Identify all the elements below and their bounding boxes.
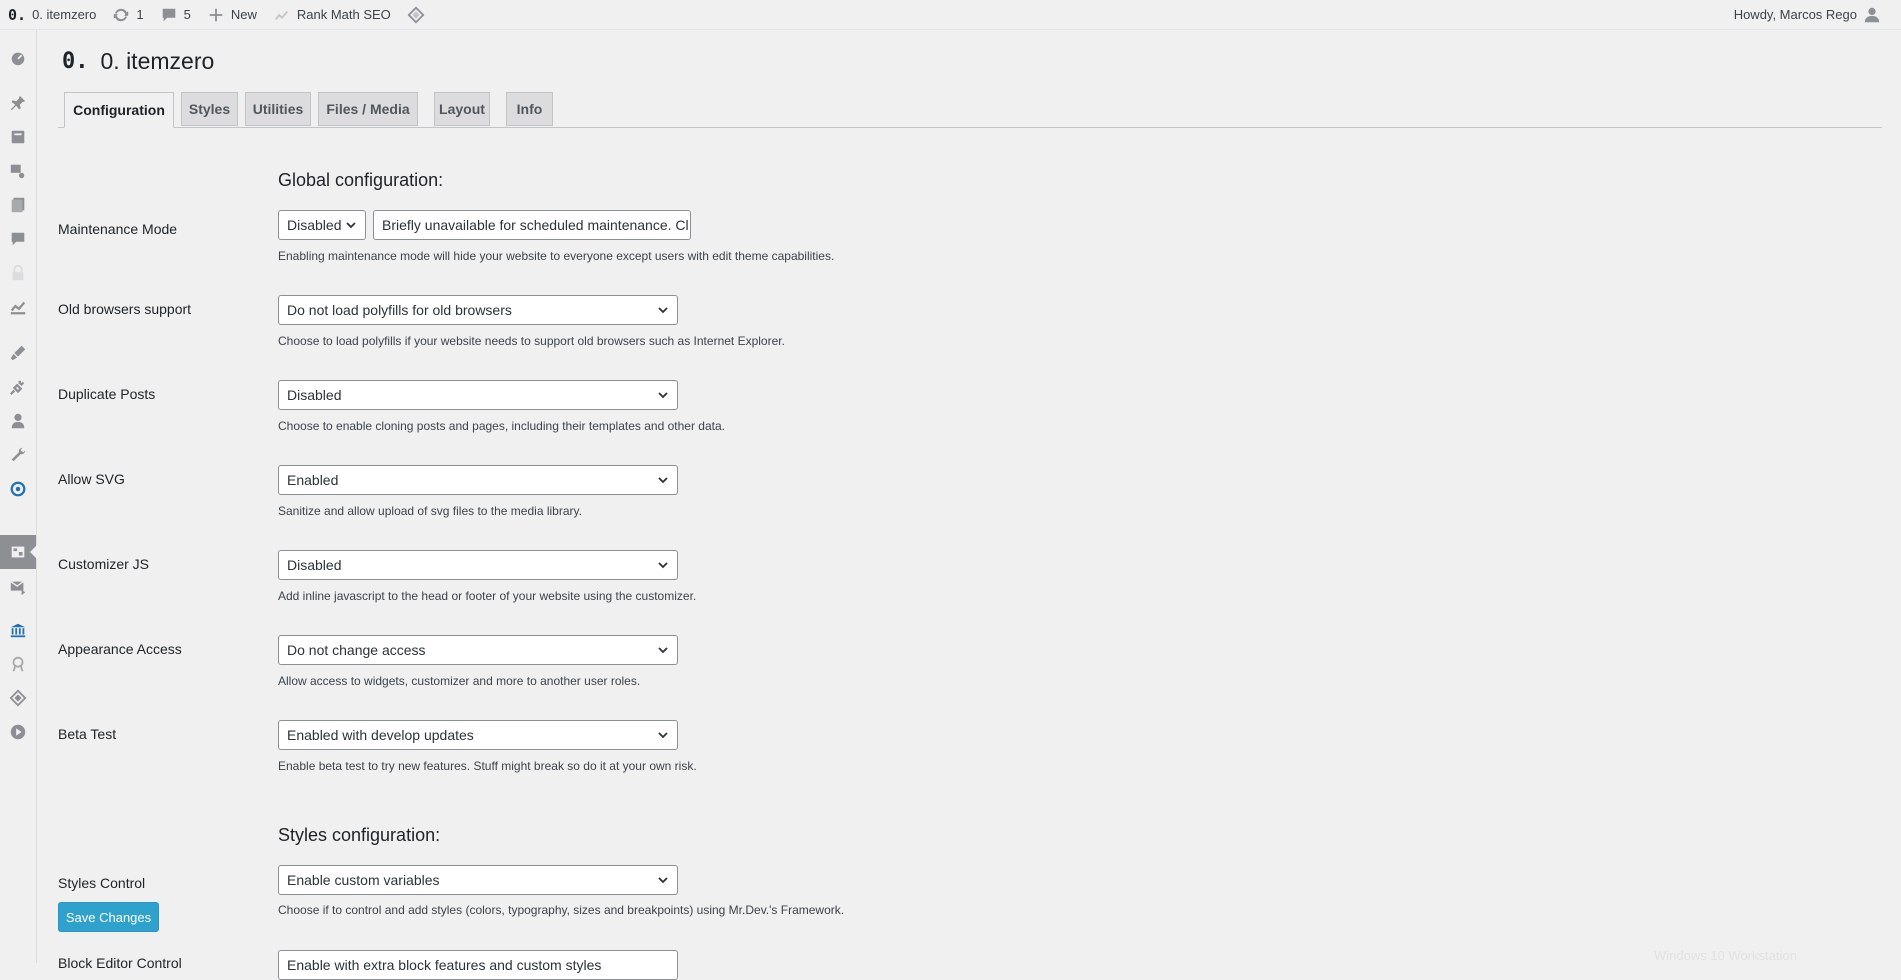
posts-icon[interactable] — [8, 93, 28, 113]
tab-info[interactable]: Info — [506, 92, 553, 126]
library-icon[interactable] — [8, 620, 28, 640]
my-account-menu[interactable]: Howdy, Marcos Rego — [1726, 0, 1889, 29]
allow-svg-select[interactable]: Enabled — [278, 465, 678, 495]
chevron-down-icon — [658, 392, 668, 399]
comments-icon — [162, 8, 175, 21]
customizer-js-select[interactable]: Disabled — [278, 550, 678, 580]
duplicate-posts-select[interactable]: Disabled — [278, 380, 678, 410]
updates-icon — [114, 8, 129, 21]
chevron-down-icon — [658, 877, 668, 884]
chevron-down-icon — [658, 477, 668, 484]
site-menu[interactable]: 0. 0. itemzero — [0, 0, 104, 29]
page-header: 0. 0. itemzero — [62, 48, 214, 75]
appearance-access-select[interactable]: Do not change access — [278, 635, 678, 665]
styles-control-value: Enable custom variables — [287, 872, 440, 888]
global-config-heading: Global configuration: — [278, 170, 444, 190]
old-browsers-label: Old browsers support — [58, 301, 192, 317]
customizer-js-description: Add inline javascript to the head or foo… — [278, 589, 697, 603]
chevron-down-icon — [346, 222, 356, 229]
plugins-icon[interactable] — [8, 377, 28, 397]
maintenance-mode-label: Maintenance Mode — [58, 221, 178, 237]
diamond-icon — [407, 6, 425, 23]
tab-layout[interactable]: Layout — [434, 92, 490, 126]
tab-utilities[interactable]: Utilities — [245, 92, 311, 126]
mail-icon[interactable] — [8, 577, 28, 597]
allow-svg-description: Sanitize and allow upload of svg files t… — [278, 504, 582, 518]
block-editor-control-label: Block Editor Control — [58, 955, 182, 971]
site-name: 0. itemzero — [32, 7, 97, 22]
block-editor-control-value: Enable with extra block features and cus… — [287, 957, 602, 973]
maintenance-mode-value: Disabled — [287, 217, 342, 233]
updates-link[interactable]: 1 — [104, 0, 151, 29]
ribbon-icon[interactable] — [8, 654, 28, 674]
diamond-menu-icon[interactable] — [8, 688, 28, 708]
site-logo: 0. — [8, 5, 27, 24]
customizer-js-value: Disabled — [287, 557, 342, 573]
new-label: New — [230, 7, 257, 22]
duplicate-posts-label: Duplicate Posts — [58, 386, 156, 402]
chevron-down-icon — [658, 647, 668, 654]
page-title: 0. itemzero — [100, 48, 215, 74]
save-changes-button[interactable]: Save Changes — [58, 902, 159, 932]
book-icon[interactable] — [8, 127, 28, 147]
admin-bar: 0. 0. itemzero 1 5 New Rank Math SEO How… — [0, 0, 1901, 30]
styles-control-description: Choose if to control and add styles (col… — [278, 903, 845, 917]
theme-logo: 0. — [62, 49, 89, 74]
duplicate-posts-description: Choose to enable cloning posts and pages… — [278, 419, 725, 433]
diamond-link[interactable] — [399, 0, 439, 29]
duplicate-posts-value: Disabled — [287, 387, 342, 403]
styles-control-label: Styles Control — [58, 875, 146, 891]
allow-svg-label: Allow SVG — [58, 471, 125, 487]
comments-link[interactable]: 5 — [152, 0, 199, 29]
chevron-down-icon — [658, 307, 668, 314]
allow-svg-value: Enabled — [287, 472, 339, 488]
settings-tabs: Configuration Styles Utilities Files / M… — [58, 92, 1882, 128]
customizer-js-label: Customizer JS — [58, 556, 150, 572]
user-avatar-icon — [1864, 7, 1880, 22]
maintenance-mode-select[interactable]: Disabled — [278, 210, 366, 240]
beta-test-label: Beta Test — [58, 726, 117, 742]
sync-icon[interactable] — [8, 479, 28, 499]
desktop-watermark: Windows 10 Workstation — [1654, 948, 1797, 963]
styles-config-heading: Styles configuration: — [278, 825, 441, 845]
tools-icon[interactable] — [8, 445, 28, 465]
users-icon[interactable] — [8, 411, 28, 431]
rank-math-icon — [274, 10, 288, 20]
old-browsers-value: Do not load polyfills for old browsers — [287, 302, 512, 318]
lock-icon[interactable] — [8, 263, 28, 283]
rank-math-label: Rank Math SEO — [296, 7, 391, 22]
old-browsers-select[interactable]: Do not load polyfills for old browsers — [278, 295, 678, 325]
block-editor-control-select[interactable]: Enable with extra block features and cus… — [278, 950, 678, 980]
comments-count: 5 — [183, 7, 191, 22]
plus-icon — [209, 8, 223, 21]
settings-panel-icon[interactable] — [8, 542, 28, 562]
rank-math-link[interactable]: Rank Math SEO — [265, 0, 399, 29]
chart-icon[interactable] — [8, 297, 28, 317]
maintenance-message-input[interactable]: Briefly unavailable for scheduled mainte… — [373, 210, 691, 240]
styles-control-select[interactable]: Enable custom variables — [278, 865, 678, 895]
beta-test-select[interactable]: Enabled with develop updates — [278, 720, 678, 750]
admin-side-menu — [0, 30, 37, 963]
media-icon[interactable] — [8, 161, 28, 181]
tab-files-media[interactable]: Files / Media — [318, 92, 418, 126]
pages-icon[interactable] — [8, 195, 28, 215]
beta-test-description: Enable beta test to try new features. St… — [278, 759, 697, 773]
tab-styles[interactable]: Styles — [181, 92, 238, 126]
tab-configuration[interactable]: Configuration — [64, 92, 174, 128]
appearance-icon[interactable] — [8, 343, 28, 363]
appearance-access-label: Appearance Access — [58, 641, 182, 657]
chevron-down-icon — [658, 562, 668, 569]
old-browsers-description: Choose to load polyfills if your website… — [278, 334, 785, 348]
play-icon[interactable] — [8, 722, 28, 742]
appearance-access-value: Do not change access — [287, 642, 426, 658]
maintenance-mode-description: Enabling maintenance mode will hide your… — [278, 249, 835, 263]
appearance-access-description: Allow access to widgets, customizer and … — [278, 674, 641, 688]
chevron-down-icon — [658, 732, 668, 739]
dashboard-icon[interactable] — [8, 48, 28, 68]
greeting: Howdy, Marcos Rego — [1733, 7, 1857, 22]
comments-menu-icon[interactable] — [8, 229, 28, 249]
new-content-link[interactable]: New — [199, 0, 265, 29]
updates-count: 1 — [136, 7, 144, 22]
beta-test-value: Enabled with develop updates — [287, 727, 474, 743]
